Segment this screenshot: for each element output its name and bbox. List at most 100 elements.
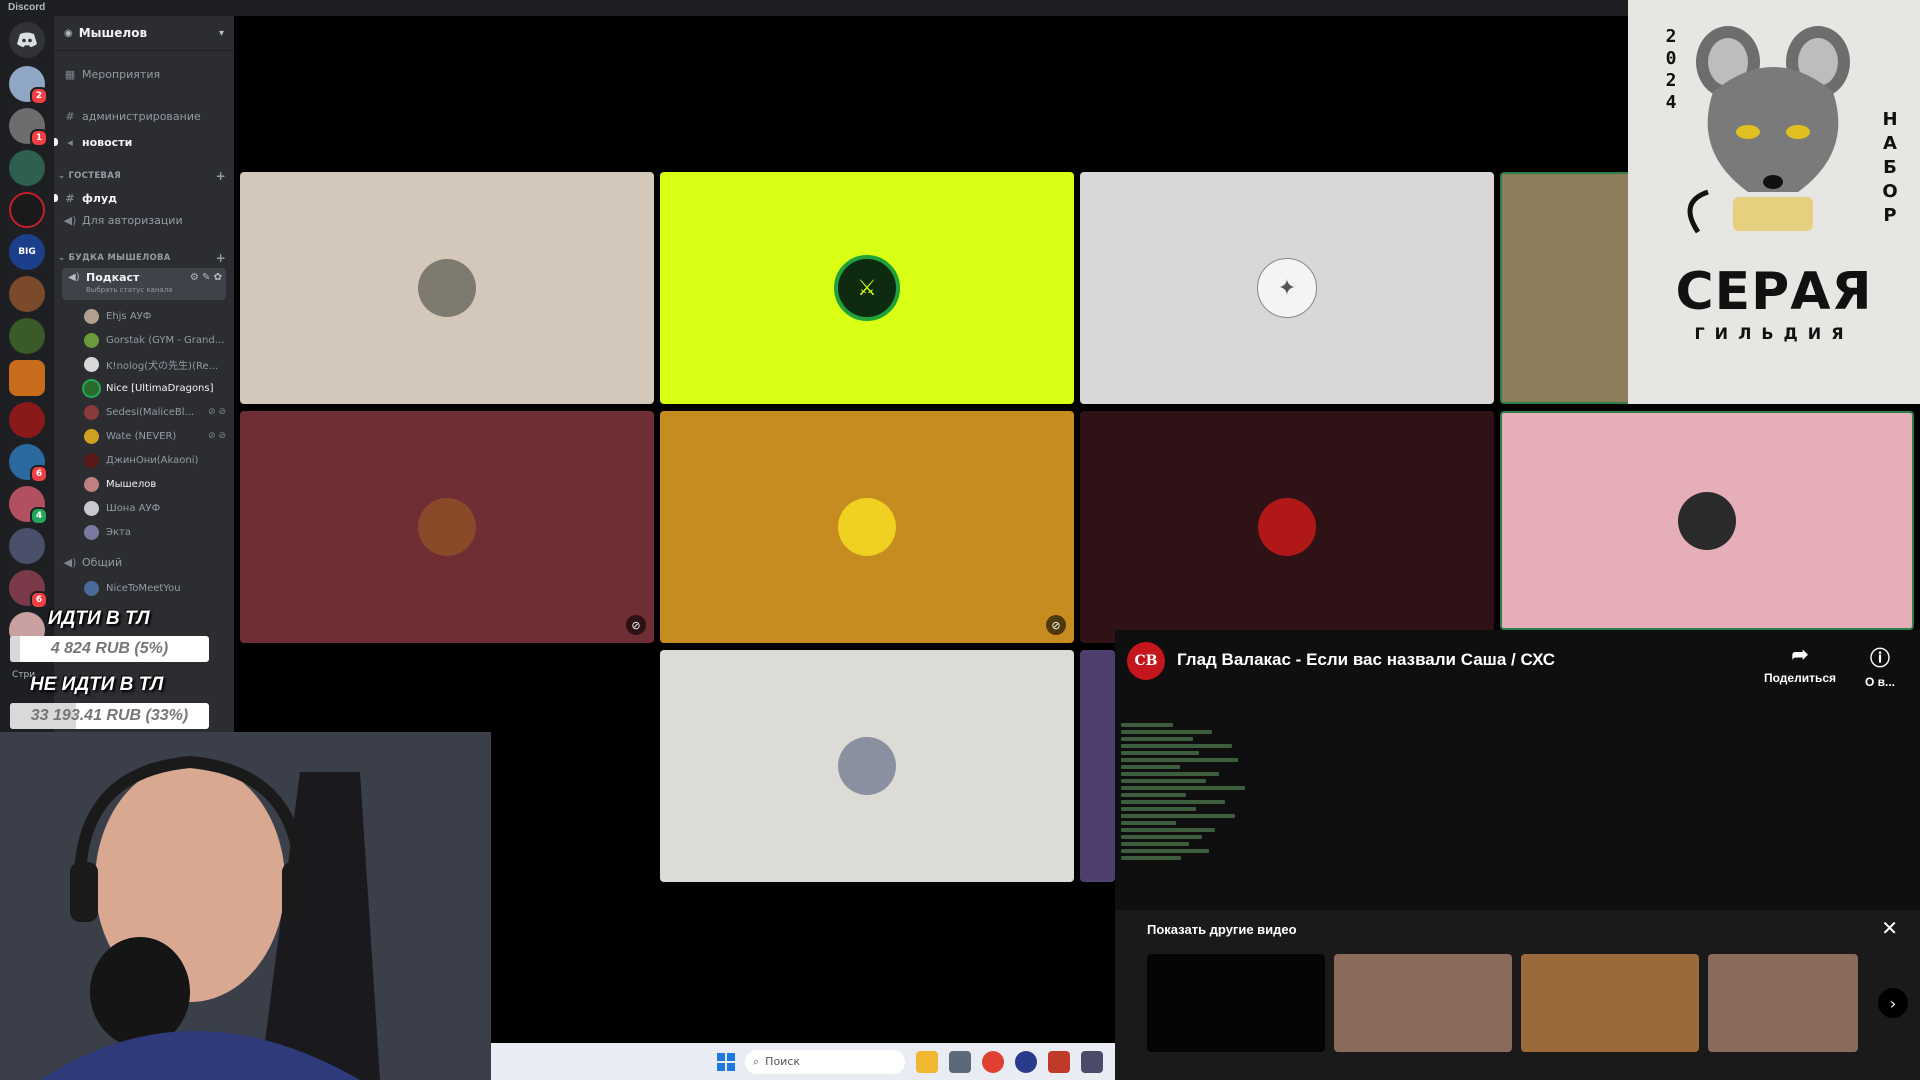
server-icon[interactable]: 4 bbox=[9, 486, 48, 525]
chevron-right-icon[interactable]: › bbox=[1878, 988, 1908, 1018]
info-icon: ⓘ bbox=[1870, 648, 1890, 670]
channel-item[interactable]: # флуд bbox=[62, 188, 226, 208]
server-icon[interactable] bbox=[9, 318, 45, 354]
server-icon[interactable] bbox=[9, 276, 45, 312]
avatar bbox=[838, 498, 896, 556]
poster-char: А bbox=[1883, 133, 1897, 154]
events-item[interactable]: ▦ Мероприятия bbox=[62, 64, 226, 84]
voice-user[interactable]: NiceToMeetYou bbox=[84, 578, 226, 598]
youtube-player[interactable]: СВ Глад Валакас - Если вас назвали Саша … bbox=[1115, 630, 1920, 1080]
share-label: Поделиться bbox=[1763, 671, 1837, 685]
user-name: Мышелов bbox=[106, 478, 157, 490]
server-icon[interactable]: 6 bbox=[9, 570, 48, 609]
taskbar: ⌕ Поиск bbox=[491, 1043, 1115, 1080]
voice-user[interactable]: ДжинОни(Akaoni) bbox=[84, 450, 226, 470]
voice-user[interactable]: Экта bbox=[84, 522, 226, 542]
participant-tile[interactable]: ⊘ bbox=[660, 411, 1074, 643]
server-icon[interactable] bbox=[9, 192, 45, 228]
avatar bbox=[84, 500, 99, 516]
channel-label: Для авторизации bbox=[82, 213, 183, 227]
avatar bbox=[1678, 491, 1736, 550]
megaphone-icon: ◂ bbox=[67, 135, 73, 149]
participant-tile[interactable] bbox=[1500, 411, 1914, 630]
poll-bar: 4 824 RUB (5%) bbox=[10, 636, 209, 662]
poll-bar: 33 193.41 RUB (33%) bbox=[10, 703, 209, 729]
participant-tile[interactable] bbox=[1080, 411, 1494, 643]
add-channel-icon[interactable]: + bbox=[216, 251, 226, 265]
channel-item[interactable]: # администрирование bbox=[62, 106, 226, 126]
voice-user[interactable]: Шона АУФ bbox=[84, 498, 226, 518]
voice-user[interactable]: Мышелов bbox=[84, 474, 226, 494]
channel-item[interactable]: ◀) Для авторизации bbox=[62, 210, 226, 230]
speaker-icon: ◀) bbox=[68, 272, 80, 283]
windows-start-icon[interactable] bbox=[717, 1052, 735, 1071]
poster-char: 2 bbox=[1665, 70, 1677, 91]
avatar bbox=[84, 476, 99, 492]
category-label: БУДКА МЫШЕЛОВА bbox=[68, 253, 171, 263]
voice-user[interactable]: Ehjs АУФ bbox=[84, 306, 226, 326]
search-icon: ⌕ bbox=[753, 1054, 760, 1068]
voice-user[interactable]: Wate (NEVER) ⊘ ⊘ bbox=[84, 426, 226, 446]
server-icon[interactable]: 2 bbox=[9, 66, 48, 105]
server-icon[interactable] bbox=[9, 150, 45, 186]
server-icon[interactable] bbox=[9, 402, 45, 438]
channel-item[interactable]: ◂ новости bbox=[62, 132, 226, 152]
avatar bbox=[84, 308, 99, 324]
voice-user[interactable]: Sedesi(MaliceBl... ⊘ ⊘ bbox=[84, 402, 226, 422]
video-thumbnail[interactable] bbox=[1521, 954, 1699, 1052]
voice-channel-active[interactable]: ◀) Подкаст Выбрать статус канала ⚙ ✎ ✿ bbox=[62, 268, 226, 300]
participant-tile[interactable] bbox=[1080, 650, 1115, 882]
user-name: Ehjs АУФ bbox=[106, 310, 152, 322]
participant-tile[interactable] bbox=[240, 172, 654, 404]
add-channel-icon[interactable]: + bbox=[216, 169, 226, 183]
poster-title: СЕРАЯ bbox=[1675, 262, 1873, 322]
channel-logo[interactable]: СВ bbox=[1127, 642, 1165, 680]
participant-tile[interactable]: ✦ bbox=[1080, 172, 1494, 404]
muted-icon: ⊘ ⊘ bbox=[208, 431, 226, 441]
voice-user[interactable]: Nice [UltimaDragons] bbox=[84, 378, 226, 398]
server-icon[interactable]: 1 bbox=[9, 108, 48, 147]
app-icon[interactable] bbox=[1048, 1050, 1070, 1073]
voice-user[interactable]: Gorstak (GYM - Grand... bbox=[84, 330, 226, 350]
video-frame bbox=[1121, 720, 1251, 920]
participant-tile[interactable] bbox=[660, 650, 1074, 882]
poster-char: 2 bbox=[1665, 26, 1677, 47]
server-icon[interactable] bbox=[9, 528, 45, 564]
file-explorer-icon[interactable] bbox=[916, 1050, 938, 1073]
discord-home-icon[interactable] bbox=[9, 22, 45, 58]
category-header[interactable]: ⌄ ГОСТЕВАЯ + bbox=[58, 168, 226, 184]
user-name: Экта bbox=[106, 526, 131, 538]
mention-badge: 2 bbox=[30, 87, 48, 105]
avatar bbox=[838, 737, 896, 795]
video-thumbnail[interactable] bbox=[1708, 954, 1858, 1052]
video-thumbnail[interactable] bbox=[1147, 954, 1325, 1052]
calculator-icon[interactable] bbox=[949, 1050, 971, 1073]
guild-header[interactable]: ◉ Мышелов ▾ bbox=[54, 16, 234, 51]
app-icon[interactable] bbox=[1081, 1050, 1103, 1073]
taskbar-search[interactable]: ⌕ Поиск bbox=[745, 1049, 905, 1074]
channel-label: новости bbox=[82, 135, 133, 149]
settings-icon[interactable]: ⚙ ✎ ✿ bbox=[190, 272, 222, 283]
browser-icon[interactable] bbox=[1015, 1050, 1037, 1073]
participant-tile[interactable]: ⊘ bbox=[240, 411, 654, 643]
close-icon[interactable]: ✕ bbox=[1881, 916, 1898, 940]
user-name: Wate (NEVER) bbox=[106, 430, 177, 442]
category-header[interactable]: ⌄ БУДКА МЫШЕЛОВА + bbox=[58, 250, 226, 266]
rat-illustration bbox=[1687, 26, 1850, 234]
participant-tile[interactable]: ⚔ bbox=[660, 172, 1074, 404]
voice-channel-item[interactable]: ◀) Общий bbox=[62, 552, 226, 572]
user-name: Шона АУФ bbox=[106, 502, 161, 514]
voice-user[interactable]: K!nolog(犬の先生)(Re... bbox=[84, 354, 226, 374]
video-thumbnail[interactable] bbox=[1334, 954, 1512, 1052]
channel-label: администрирование bbox=[82, 109, 201, 123]
server-icon[interactable]: BIG bbox=[9, 234, 45, 270]
video-title[interactable]: Глад Валакас - Если вас назвали Саша / С… bbox=[1177, 650, 1555, 670]
guild-name: Мышелов bbox=[78, 26, 148, 40]
info-button[interactable]: ⓘ О в... bbox=[1845, 642, 1915, 689]
chrome-icon[interactable] bbox=[982, 1050, 1004, 1073]
server-icon[interactable]: 6 bbox=[9, 444, 48, 483]
voice-status[interactable]: Выбрать статус канала bbox=[86, 286, 172, 294]
user-name: Nice [UltimaDragons] bbox=[106, 382, 214, 394]
share-button[interactable]: ➦ Поделиться bbox=[1755, 642, 1845, 685]
server-icon[interactable] bbox=[9, 360, 45, 396]
